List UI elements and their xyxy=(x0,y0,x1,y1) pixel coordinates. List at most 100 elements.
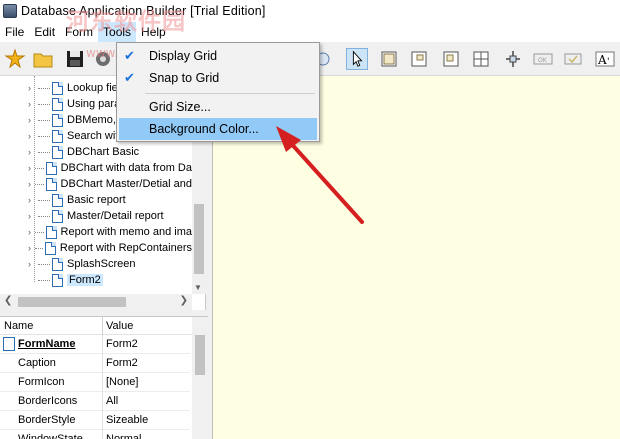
form-document-icon xyxy=(45,161,57,175)
grid-tool-button[interactable] xyxy=(470,48,492,70)
checkbox-icon xyxy=(564,53,582,65)
label-tool-button[interactable] xyxy=(408,48,430,70)
tree-item-label: Lookup fie xyxy=(67,82,118,94)
expand-chevron-icon[interactable]: › xyxy=(28,83,38,93)
tools-dropdown-menu: ✔ Display Grid ✔ Snap to Grid Grid Size.… xyxy=(116,42,320,142)
property-name: BorderIcons xyxy=(18,395,78,407)
property-row[interactable]: WindowState Normal xyxy=(0,430,190,439)
property-row[interactable]: Caption Form2 xyxy=(0,354,190,373)
tree-connector xyxy=(35,231,44,233)
tree-item-label: Form2 xyxy=(67,274,103,286)
expand-chevron-icon[interactable]: › xyxy=(28,243,35,253)
property-row[interactable]: FormIcon [None] xyxy=(0,373,190,392)
expand-chevron-icon[interactable]: › xyxy=(28,147,38,157)
app-icon xyxy=(3,4,17,18)
watermark: 河东软件园 xyxy=(66,9,186,35)
tree-item-label: DBChart with data from Da xyxy=(60,162,192,174)
scroll-left-icon[interactable]: ❮ xyxy=(4,295,12,306)
scroll-down-icon[interactable]: ▼ xyxy=(194,283,202,292)
new-star-icon xyxy=(4,48,26,69)
menu-file[interactable]: File xyxy=(0,22,29,42)
edit-tool-button[interactable] xyxy=(440,48,462,70)
menu-item-background-color[interactable]: Background Color... xyxy=(119,118,317,140)
scroll-thumb[interactable] xyxy=(195,335,205,375)
property-value[interactable]: All xyxy=(106,395,118,407)
menu-item-snap-to-grid[interactable]: ✔ Snap to Grid xyxy=(119,67,317,89)
tree-item[interactable]: › DBChart with data from Da xyxy=(0,160,192,176)
new-project-button[interactable] xyxy=(4,48,26,70)
tree-item[interactable]: › Basic report xyxy=(0,192,192,208)
tree-item[interactable]: › SplashScreen xyxy=(0,256,192,272)
tree-item[interactable]: › DBChart Master/Detial and xyxy=(0,176,192,192)
menu-item-grid-size[interactable]: Grid Size... xyxy=(119,96,317,118)
tree-item-label: DBMemo, I xyxy=(67,114,123,126)
tree-item[interactable]: › Report with RepContainers xyxy=(0,240,192,256)
tree-connector xyxy=(38,215,50,217)
property-value[interactable]: [None] xyxy=(106,376,138,388)
property-row[interactable]: BorderStyle Sizeable xyxy=(0,411,190,430)
tree-item-label: Report with RepContainers xyxy=(59,242,192,254)
tree-item[interactable]: › Report with memo and ima xyxy=(0,224,192,240)
scroll-right-icon[interactable]: ❯ xyxy=(180,295,188,306)
tree-connector xyxy=(38,87,50,89)
property-scrollbar[interactable] xyxy=(192,317,208,439)
expand-chevron-icon[interactable]: › xyxy=(28,131,38,141)
property-name: WindowState xyxy=(18,433,83,439)
document-icon xyxy=(411,51,427,67)
text-tool-button[interactable]: A ' xyxy=(594,48,616,70)
tree-connector xyxy=(38,199,50,201)
open-folder-button[interactable] xyxy=(32,48,54,70)
form-document-icon xyxy=(52,257,63,271)
ok-button-tool[interactable]: OK xyxy=(532,48,554,70)
form-document-icon xyxy=(52,193,63,207)
tree-connector xyxy=(38,135,50,137)
tree-item-label: Search wit xyxy=(67,130,119,142)
property-value[interactable]: Form2 xyxy=(106,357,138,369)
name-column-header: Name xyxy=(4,320,34,332)
move-tool-button[interactable] xyxy=(502,48,524,70)
panel-tool-button[interactable] xyxy=(378,48,400,70)
property-grid: Name Value FormName Form2 Caption Form2 Form… xyxy=(0,316,208,439)
form-document-icon xyxy=(52,129,63,143)
cursor-icon xyxy=(352,50,363,67)
property-name: BorderStyle xyxy=(18,414,76,426)
scroll-thumb[interactable] xyxy=(194,204,204,274)
property-row[interactable]: BorderIcons All xyxy=(0,392,190,411)
expand-chevron-icon[interactable]: › xyxy=(28,115,38,125)
tree-connector xyxy=(35,167,44,169)
property-row[interactable]: FormName Form2 xyxy=(0,335,190,354)
property-value[interactable]: Form2 xyxy=(106,338,138,350)
pointer-tool-button[interactable] xyxy=(346,48,368,70)
property-name: FormName xyxy=(18,338,76,350)
tree-horizontal-scrollbar[interactable]: ❮ ❯ xyxy=(0,294,192,310)
expand-chevron-icon[interactable]: › xyxy=(28,99,38,109)
tree-connector xyxy=(38,263,50,265)
property-value[interactable]: Normal xyxy=(106,433,141,439)
form-document-icon xyxy=(52,209,63,223)
scroll-thumb[interactable] xyxy=(18,297,126,307)
tree-item[interactable]: › Master/Detail report xyxy=(0,208,192,224)
expand-chevron-icon[interactable]: › xyxy=(28,163,35,173)
form-document-icon xyxy=(52,81,63,95)
expand-chevron-icon[interactable]: › xyxy=(28,211,38,221)
save-button[interactable] xyxy=(64,48,86,70)
font-icon: A ' xyxy=(595,51,615,67)
property-grid-header: Name Value xyxy=(0,317,194,335)
tree-item[interactable]: › DBChart Basic xyxy=(0,144,192,160)
check-tool-button[interactable] xyxy=(562,48,584,70)
form-document-icon xyxy=(45,225,57,239)
menu-item-display-grid[interactable]: ✔ Display Grid xyxy=(119,45,317,67)
property-name: Caption xyxy=(18,357,56,369)
expand-chevron-icon[interactable]: › xyxy=(28,195,38,205)
floppy-icon xyxy=(67,51,83,67)
menu-edit[interactable]: Edit xyxy=(29,22,60,42)
form-document-icon xyxy=(52,113,63,127)
expand-chevron-icon[interactable]: › xyxy=(28,179,35,189)
expand-chevron-icon[interactable]: › xyxy=(28,227,35,237)
form-document-icon xyxy=(52,97,63,111)
tree-connector xyxy=(38,119,50,121)
expand-chevron-icon[interactable]: › xyxy=(28,259,38,269)
tree-connector xyxy=(34,247,43,249)
property-value[interactable]: Sizeable xyxy=(106,414,148,426)
tree-item[interactable]: Form2 xyxy=(0,272,192,288)
